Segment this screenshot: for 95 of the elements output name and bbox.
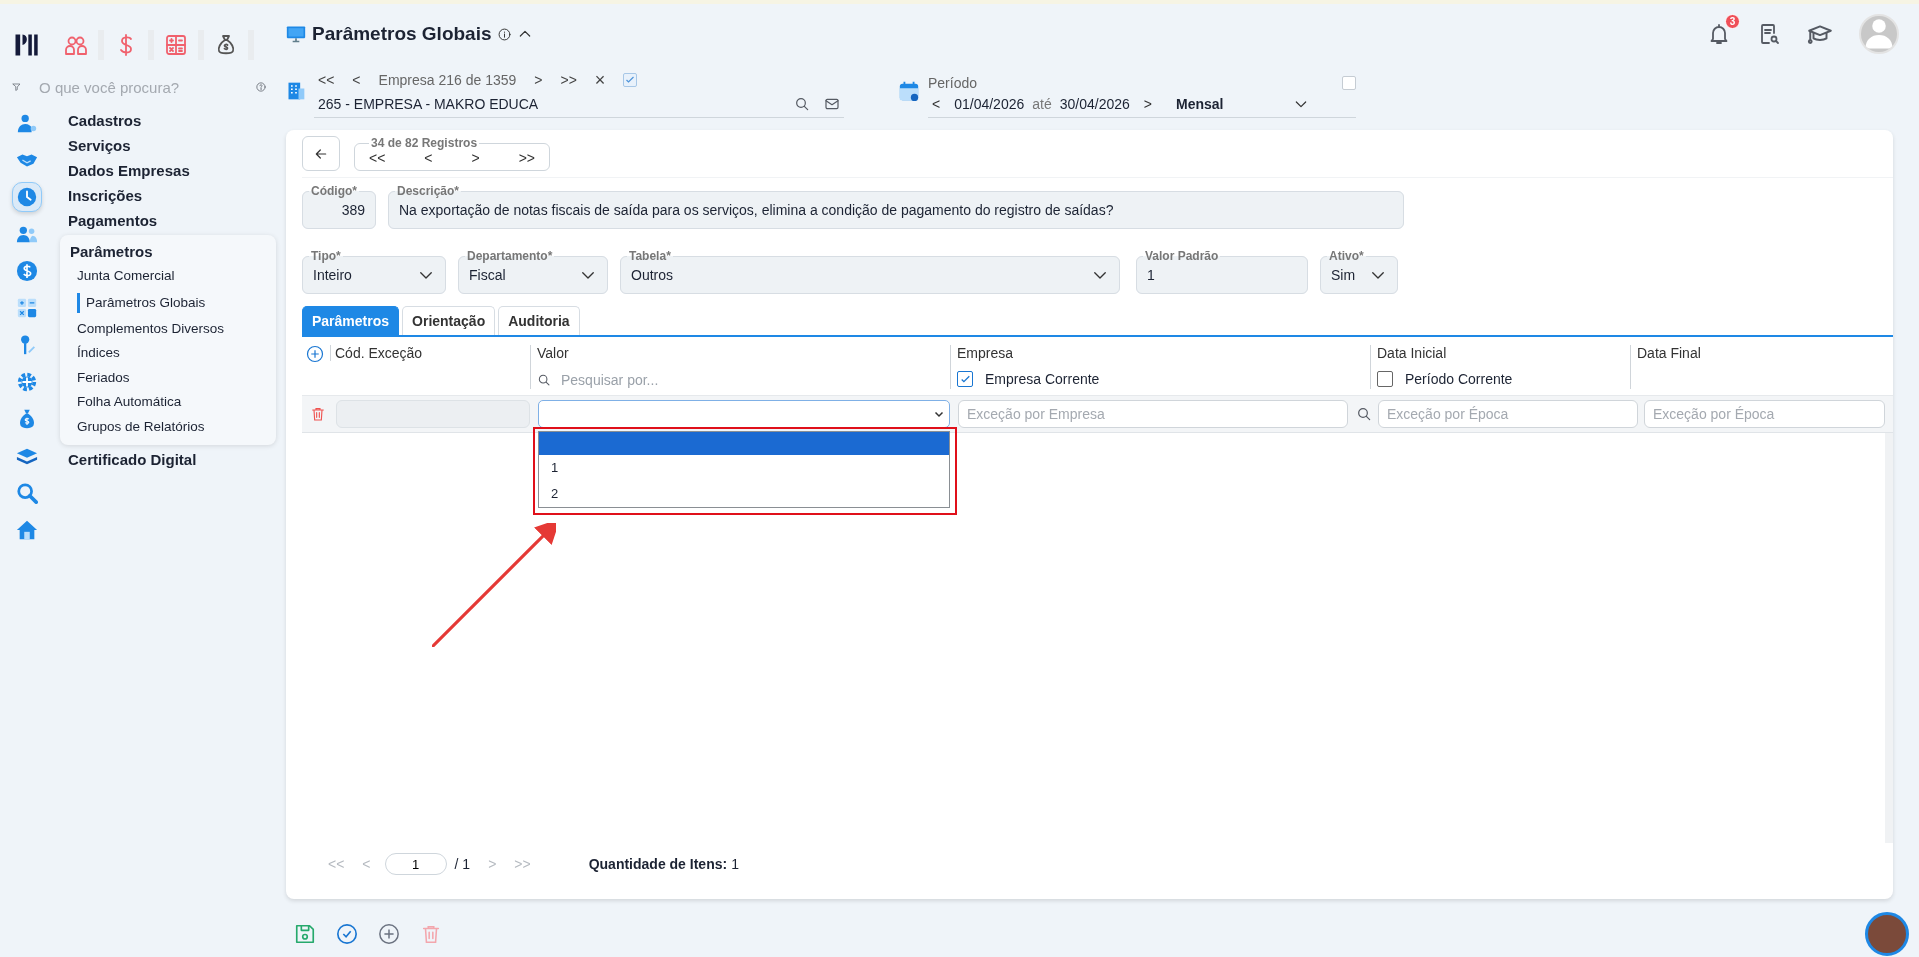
menu-item[interactable]: Pagamentos [60,208,276,233]
select-field[interactable]: Departamento* Fiscal [458,249,608,294]
search-icon[interactable] [1356,406,1372,422]
clock-nav-button[interactable] [12,182,42,212]
submenu-item[interactable]: Índices [60,341,276,366]
clear-button[interactable]: × [594,71,606,89]
previous-button[interactable]: < [932,96,941,112]
checkbox-label: Período Corrente [1405,371,1513,387]
clock-icon [16,186,38,208]
column-header: Data Inicial [1377,345,1448,361]
item-count-label: Quantidade de Itens: [588,856,728,872]
submenu-item[interactable]: Junta Comercial [60,264,276,289]
calculator-icon [16,297,38,319]
company-field[interactable]: 265 - EMPRESA - MAKRO EDUCA [314,93,844,118]
search-icon [16,482,38,504]
input-field[interactable]: Descrição* Na exportação de notas fiscais de saída para os serviços, elimina a condição de pagamento do registro de saídas? [388,184,1404,229]
avatar[interactable] [1859,14,1899,54]
menu-item[interactable]: Serviços [60,133,276,158]
page-field[interactable]: 1 [384,853,447,875]
start-date: 01/04/2026 [954,96,1025,112]
assistant-avatar[interactable] [1865,912,1909,956]
tab[interactable]: Orientação [402,306,496,335]
save-icon[interactable] [294,923,316,945]
trash-icon[interactable] [420,923,442,945]
next-button[interactable]: > [1143,96,1152,112]
submenu-item[interactable]: Grupos de Relatórios [60,414,276,439]
input-field[interactable]: Exceção por Época [1378,400,1638,428]
record-counter: 34 de 82 Registros [370,136,479,150]
add-icon[interactable] [306,345,324,363]
add-icon[interactable] [378,923,400,945]
home-icon [16,519,38,541]
navigation-button[interactable]: < [424,150,433,166]
menu-item[interactable]: Dados Empresas [60,158,276,183]
column-header: Cód. Exceção [330,345,423,361]
column-header: Valor [537,345,570,361]
column-header: Data Final [1637,345,1702,361]
mail-icon[interactable] [824,96,840,112]
submenu-item[interactable]: Feriados [60,365,276,390]
building-icon [286,80,306,102]
submenu-item[interactable]: Complementos Diversos [60,316,276,341]
select-field[interactable]: Tabela* Outros [620,249,1120,294]
company-value: 265 - EMPRESA - MAKRO EDUCA [318,96,539,112]
next-button[interactable]: > [534,72,543,88]
checkbox-label: Empresa Corrente [985,371,1100,387]
input-field[interactable]: Código* 389 [302,184,376,229]
navigation-button[interactable]: > [471,150,480,166]
previous-button[interactable]: < [352,72,361,88]
first-button[interactable]: << [318,72,335,88]
company-counter: Empresa 216 de 1359 [378,72,517,88]
input-field[interactable]: Exceção por Empresa [958,400,1348,428]
dollar-coin-icon [16,260,38,282]
last-button[interactable]: >> [560,72,577,88]
select-field[interactable]: Tipo* Inteiro [302,249,446,294]
gear-icon [16,371,38,393]
navigation-button[interactable]: >> [518,150,535,166]
checkbox[interactable] [1377,371,1393,387]
dropdown-option[interactable]: 1 [539,455,949,481]
user-gear-icon [16,112,38,134]
monitor-icon [286,24,306,44]
select-field[interactable]: Ativo* Sim [1320,249,1398,294]
menu-item[interactable]: Parâmetros [60,239,276,264]
trash-icon[interactable] [310,406,326,422]
select-field[interactable] [538,400,950,428]
menu-item[interactable]: Cadastros [60,108,276,133]
input-field[interactable]: Valor Padrão 1 [1136,249,1308,294]
calendar-icon [898,80,920,102]
search-icon [537,373,551,387]
input-field[interactable]: Exceção por Época [1644,400,1885,428]
tab[interactable]: Auditoria [498,306,580,335]
dropdown-option[interactable]: 2 [539,481,949,507]
menu-item[interactable]: Inscrições [60,183,276,208]
search-field[interactable]: Pesquisar por... [559,371,759,389]
search-icon[interactable] [794,96,810,112]
info-icon[interactable] [497,27,511,41]
column-header: Empresa [957,345,1015,361]
page-total: / 1 [454,856,471,872]
search-field[interactable]: O que você procura? [37,77,241,97]
separator-text: até [1032,96,1052,112]
checkbox[interactable] [623,73,638,87]
submenu-item[interactable]: Folha Automática [60,390,276,415]
item-count: 1 [731,856,739,872]
period-mode-select[interactable]: Mensal [1176,96,1310,112]
tab[interactable]: Parâmetros [302,306,400,335]
navigation-button[interactable]: << [369,150,386,166]
calculator-icon [164,33,188,57]
checkbox[interactable] [957,371,973,387]
page-title: Parâmetros Globais [312,23,492,45]
back-button[interactable] [302,136,340,171]
check-circle-icon[interactable] [336,923,358,945]
end-date: 30/04/2026 [1059,96,1130,112]
check-icon [624,74,637,86]
menu-item[interactable]: Certificado Digital [60,447,276,472]
period-label: Período [928,75,978,91]
notification-badge: 3 [1725,14,1740,29]
submenu-item[interactable]: Parâmetros Globais [77,292,276,313]
